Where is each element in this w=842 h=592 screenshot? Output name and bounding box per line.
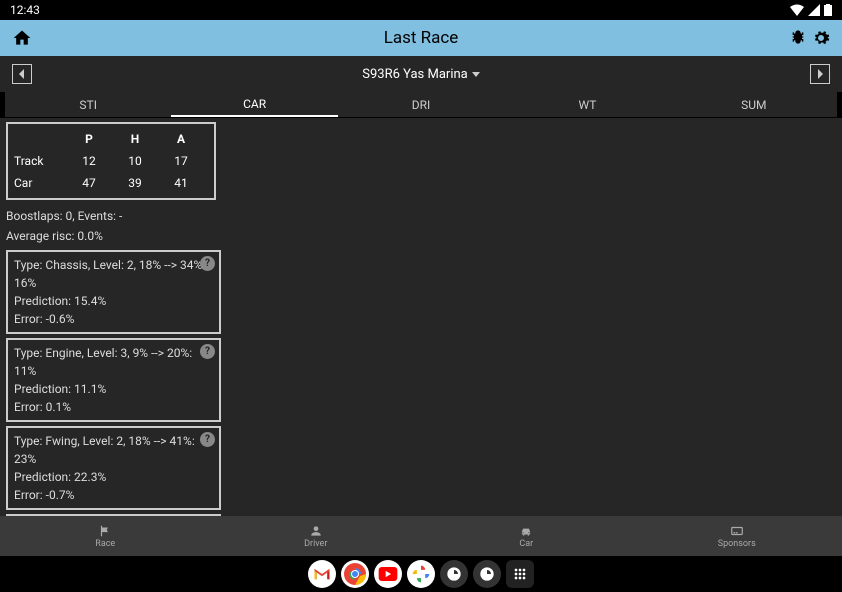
nav-sponsors[interactable]: Sponsors [632,516,842,556]
gmail-icon[interactable] [308,560,336,588]
battery-icon [824,4,832,16]
race-name-label: S93R6 Yas Marina [362,67,467,82]
tab-sum[interactable]: SUM [671,92,837,117]
part-card-chassis: Type: Chassis, Level: 2, 18% --> 34%: 16… [6,250,221,334]
bug-icon[interactable] [790,29,806,45]
car-icon [518,524,534,538]
chevron-left-icon [18,69,26,79]
part-card-engine: Type: Engine, Level: 3, 9% --> 20%: 11% … [6,338,221,422]
app-bar: Last Race [0,20,842,56]
home-icon[interactable] [12,28,32,48]
nav-race[interactable]: Race [0,516,211,556]
table-header: P H A [14,128,208,150]
flag-icon [97,524,113,538]
system-nav [0,556,842,592]
status-time: 12:43 [10,3,40,17]
tab-wt[interactable]: WT [504,92,670,117]
prev-race-button[interactable] [12,64,32,84]
help-icon[interactable]: ? [200,256,215,271]
table-row: Car 47 39 41 [14,172,208,194]
status-bar: 12:43 [0,0,842,20]
data-table: P H A Track 12 10 17 Car 47 39 41 [6,122,216,200]
person-icon [308,524,324,538]
sponsors-icon [729,524,745,538]
tab-bar: STI CAR DRI WT SUM [5,92,837,118]
content-area: P H A Track 12 10 17 Car 47 39 41 Boostl… [0,118,842,516]
race-selector: S93R6 Yas Marina [0,56,842,92]
app-icon-2[interactable] [473,560,501,588]
gear-icon[interactable] [812,29,830,47]
race-dropdown[interactable]: S93R6 Yas Marina [362,67,479,82]
part-card-fwing: Type: Fwing, Level: 2, 18% --> 41%: 23% … [6,426,221,510]
signal-icon [808,4,820,16]
youtube-icon[interactable] [374,560,402,588]
chevron-down-icon [472,72,480,77]
next-race-button[interactable] [810,64,830,84]
photos-icon[interactable] [407,560,435,588]
bottom-nav: Race Driver Car Sponsors [0,516,842,556]
app-drawer-icon[interactable] [506,560,534,588]
wifi-icon [790,4,804,16]
tab-dri[interactable]: DRI [338,92,504,117]
nav-car[interactable]: Car [421,516,632,556]
help-icon[interactable]: ? [200,432,215,447]
help-icon[interactable]: ? [200,344,215,359]
nav-driver[interactable]: Driver [211,516,422,556]
page-title: Last Race [384,28,459,48]
app-icon-1[interactable] [440,560,468,588]
chevron-right-icon [816,69,824,79]
status-icons [790,4,832,16]
chrome-icon[interactable] [341,560,369,588]
boostlaps-info: Boostlaps: 0, Events: - [6,206,836,226]
tab-sti[interactable]: STI [5,92,171,117]
table-row: Track 12 10 17 [14,150,208,172]
avg-risc-info: Average risc: 0.0% [6,226,836,246]
tab-car[interactable]: CAR [171,92,337,117]
